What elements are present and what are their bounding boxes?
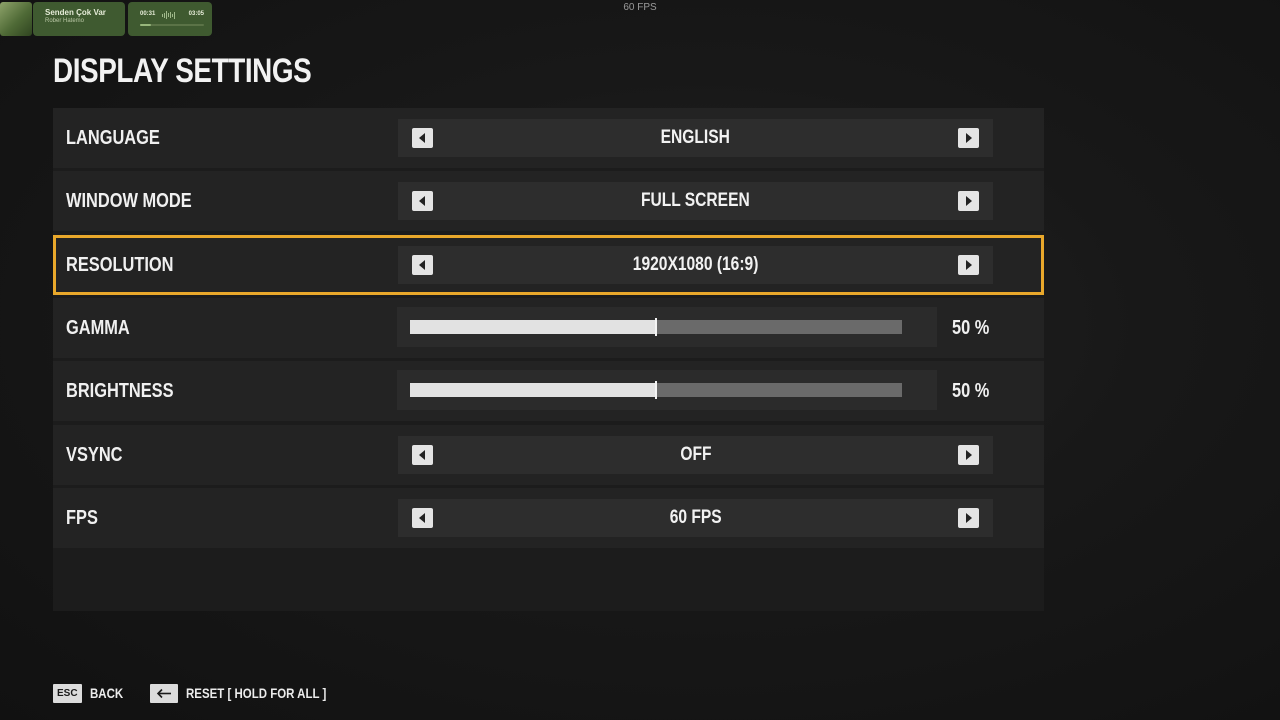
gamma-slider[interactable] xyxy=(397,307,937,347)
settings-panel: LANGUAGE ENGLISH WINDOW MODE FULL SCREEN… xyxy=(53,108,1044,611)
setting-label: VSYNC xyxy=(66,444,123,466)
setting-row-resolution[interactable]: RESOLUTION 1920X1080 (16:9) xyxy=(53,235,1044,295)
setting-label: GAMMA xyxy=(66,317,130,339)
slider-fill xyxy=(410,383,656,397)
window-mode-selector[interactable]: FULL SCREEN xyxy=(398,182,993,220)
back-label[interactable]: BACK xyxy=(90,685,123,701)
setting-label: BRIGHTNESS xyxy=(66,380,174,402)
slider-track[interactable] xyxy=(410,318,902,336)
selector-value: OFF xyxy=(679,444,712,465)
slider-value: 50 % xyxy=(952,317,990,339)
language-selector[interactable]: ENGLISH xyxy=(398,119,993,157)
slider-fill xyxy=(410,320,656,334)
brightness-slider[interactable] xyxy=(397,370,937,410)
setting-row-fps[interactable]: FPS 60 FPS xyxy=(53,488,1044,548)
arrow-right-icon[interactable] xyxy=(958,191,979,211)
track-artist: Rober Hatemo xyxy=(45,18,85,24)
setting-row-brightness[interactable]: BRIGHTNESS 50 % xyxy=(53,361,1044,421)
setting-row-window-mode[interactable]: WINDOW MODE FULL SCREEN xyxy=(53,171,1044,231)
arrow-left-icon[interactable] xyxy=(412,255,433,275)
selector-value: 1920X1080 (16:9) xyxy=(632,254,759,275)
fps-counter: 60 FPS xyxy=(623,2,657,13)
playback-progress-fill xyxy=(140,24,151,26)
setting-row-gamma[interactable]: GAMMA 50 % xyxy=(53,298,1044,358)
arrow-right-icon[interactable] xyxy=(958,128,979,148)
arrow-right-icon[interactable] xyxy=(958,508,979,528)
arrow-right-icon[interactable] xyxy=(958,445,979,465)
fps-selector[interactable]: 60 FPS xyxy=(398,499,993,537)
setting-label: LANGUAGE xyxy=(66,127,160,149)
slider-handle[interactable] xyxy=(655,318,657,336)
esc-key[interactable]: ESC xyxy=(53,683,82,703)
footer-hints: ESC BACK RESET [ HOLD FOR ALL ] xyxy=(53,683,377,703)
slider-value: 50 % xyxy=(952,380,990,402)
resolution-selector[interactable]: 1920X1080 (16:9) xyxy=(398,246,993,284)
setting-row-language[interactable]: LANGUAGE ENGLISH xyxy=(53,108,1044,168)
selector-value: FULL SCREEN xyxy=(641,190,750,211)
selector-value: 60 FPS xyxy=(669,507,722,528)
vsync-selector[interactable]: OFF xyxy=(398,436,993,474)
slider-handle[interactable] xyxy=(655,381,657,399)
selector-value: ENGLISH xyxy=(660,127,731,148)
page-title: DISPLAY SETTINGS xyxy=(53,52,312,90)
setting-label: RESOLUTION xyxy=(66,254,174,276)
arrow-left-icon[interactable] xyxy=(412,191,433,211)
arrow-left-icon[interactable] xyxy=(150,683,179,703)
arrow-left-icon[interactable] xyxy=(412,445,433,465)
slider-track[interactable] xyxy=(410,381,902,399)
playback-progress-bar[interactable] xyxy=(140,24,204,26)
reset-label[interactable]: RESET [ HOLD FOR ALL ] xyxy=(186,685,326,701)
setting-label: WINDOW MODE xyxy=(66,190,192,212)
display-settings-screen: Senden Çok Var Rober Hatemo 00:31 03:05 … xyxy=(0,0,1280,720)
arrow-left-icon[interactable] xyxy=(412,508,433,528)
setting-label: FPS xyxy=(66,507,98,529)
setting-row-vsync[interactable]: VSYNC OFF xyxy=(53,425,1044,485)
arrow-left-icon[interactable] xyxy=(412,128,433,148)
arrow-right-icon[interactable] xyxy=(958,255,979,275)
